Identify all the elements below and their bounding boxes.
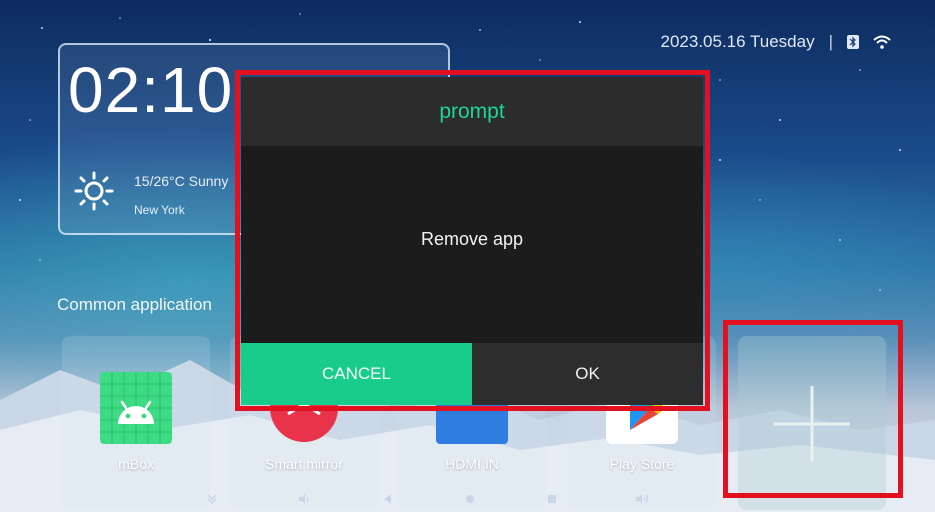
app-label-hdmi-in: HDMI IN — [445, 456, 499, 472]
weather-city: New York — [134, 203, 185, 217]
ok-button[interactable]: OK — [472, 343, 703, 405]
dialog-button-row: CANCEL OK — [241, 343, 703, 405]
cancel-button[interactable]: CANCEL — [241, 343, 472, 405]
back-icon[interactable] — [380, 491, 396, 507]
app-label-play-store: Play Store — [609, 456, 675, 472]
recent-icon[interactable] — [544, 491, 560, 507]
navigation-bar — [0, 484, 935, 512]
volume-up-icon[interactable] — [634, 491, 650, 507]
bluetooth-icon — [847, 35, 859, 49]
app-label-smart-mirror: Smart mirror — [265, 456, 343, 472]
sun-icon — [74, 171, 114, 211]
date-text: 2023.05.16 Tuesday — [660, 32, 815, 51]
wifi-icon — [873, 35, 891, 49]
status-bar: 2023.05.16 Tuesday | — [661, 30, 892, 54]
status-separator: | — [828, 32, 833, 51]
dialog-message: Remove app — [420, 229, 524, 249]
remove-app-dialog: prompt Remove app CANCEL OK — [241, 77, 703, 405]
home-icon[interactable] — [462, 491, 478, 507]
clock-time: 02:10 — [68, 54, 234, 126]
volume-down-icon[interactable] — [296, 491, 312, 507]
android-icon — [100, 372, 172, 444]
app-label-mbox: mBox — [118, 456, 154, 472]
collapse-icon[interactable] — [204, 491, 220, 507]
weather-temperature: 15/26°C Sunny — [134, 173, 229, 189]
section-title: Common application — [57, 295, 212, 314]
plus-icon — [774, 386, 850, 462]
dialog-title: prompt — [241, 77, 703, 146]
